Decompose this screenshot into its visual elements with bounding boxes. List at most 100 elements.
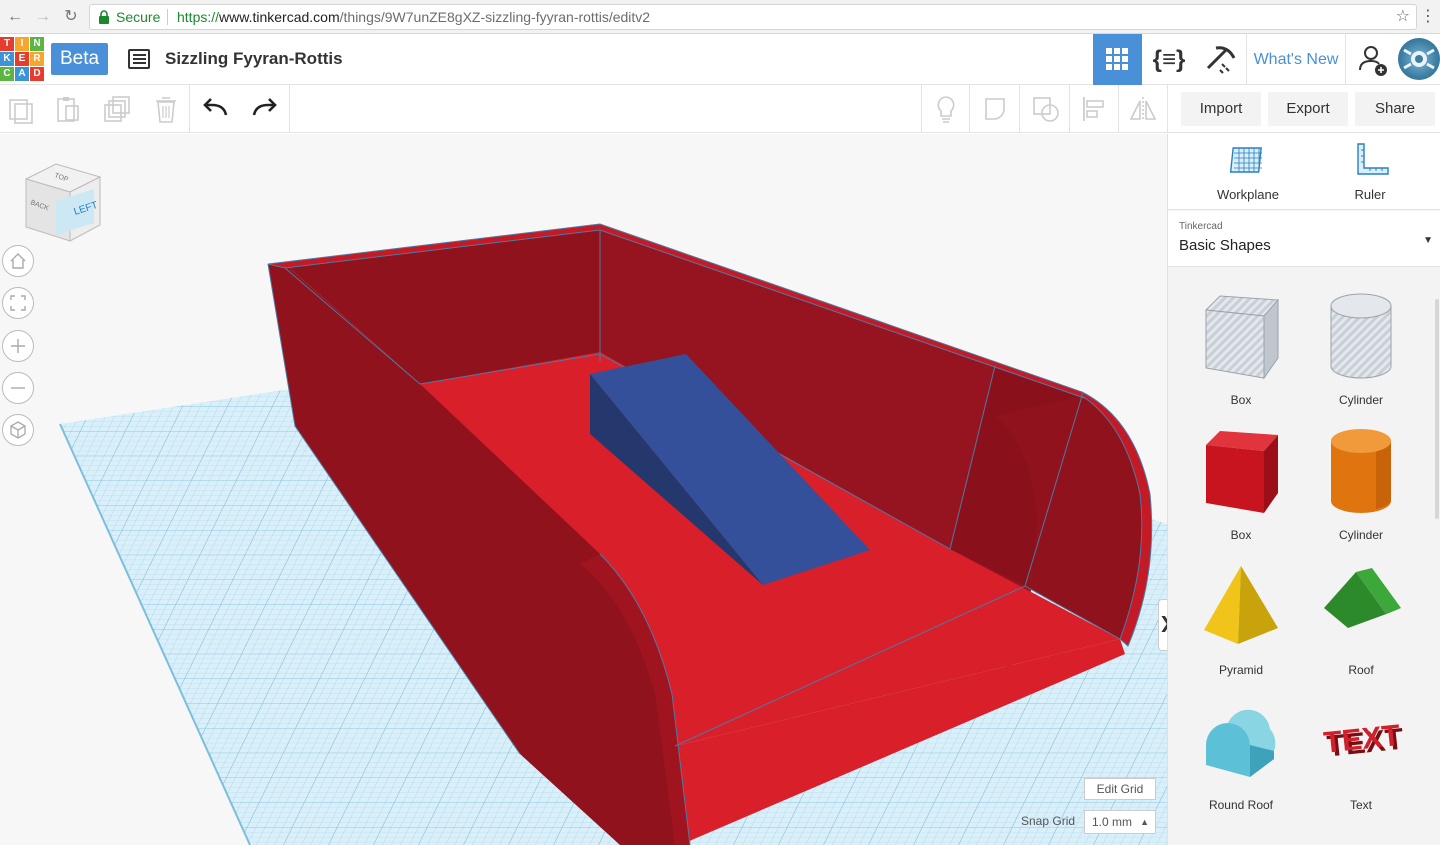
shape-library: Box Cylinder Box Cylinder Pyramid Roof R… (1168, 268, 1440, 845)
ruler-label: Ruler (1354, 187, 1386, 202)
whats-new-button[interactable]: What's New (1246, 34, 1346, 85)
secure-label: Secure (116, 9, 161, 25)
avatar-icon (1403, 48, 1435, 70)
panel-collapse-tab[interactable]: ❯ (1158, 599, 1167, 651)
undo-icon[interactable] (200, 93, 232, 125)
invite-user-button[interactable] (1347, 34, 1397, 85)
shape-round-roof[interactable]: Round Roof (1186, 693, 1296, 812)
toolbar-divider (1019, 85, 1020, 133)
design-title[interactable]: Sizzling Fyyran-Rottis (165, 49, 343, 69)
pickaxe-icon (1206, 46, 1236, 74)
shape-pyramid[interactable]: Pyramid (1186, 558, 1296, 677)
fit-view-button[interactable] (2, 287, 34, 319)
copy-icon[interactable] (5, 93, 37, 125)
shape-label: Roof (1348, 663, 1374, 677)
browser-menu-icon[interactable]: ⋮ (1420, 6, 1436, 26)
address-bar[interactable]: Secure https://www.tinkercad.com/things/… (89, 4, 1417, 30)
reload-icon[interactable]: ↻ (61, 7, 81, 27)
text-shape-icon: TEXT TEXT (1322, 719, 1405, 763)
ungroup-icon[interactable] (1030, 93, 1062, 125)
view-cube[interactable]: LEFT BACK TOP (20, 159, 104, 249)
shape-cylinder[interactable]: Cylinder (1306, 423, 1416, 542)
roof-icon (1324, 568, 1401, 628)
shape-category-select[interactable]: Tinkercad Basic Shapes ▼ (1168, 211, 1440, 267)
workplane-icon (1229, 147, 1262, 173)
url-scheme: https:// (177, 9, 220, 25)
beta-badge[interactable]: Beta (51, 43, 108, 75)
scene-canvas[interactable] (0, 134, 1167, 845)
box-hole-icon (1204, 295, 1280, 380)
shape-label: Cylinder (1338, 528, 1383, 542)
toolbar-divider (189, 85, 190, 133)
app-header: T I N K E R C A D Beta Sizzling Fyyran-R… (0, 34, 1440, 85)
snap-grid-value: 1.0 mm (1092, 815, 1133, 829)
toolbar-divider (1167, 85, 1168, 133)
forward-icon[interactable]: → (33, 7, 53, 27)
fit-all-icon (10, 295, 26, 311)
lightbulb-icon[interactable] (930, 93, 962, 125)
share-button[interactable]: Share (1355, 92, 1435, 126)
bricks-button[interactable] (1196, 34, 1245, 85)
logo-letter: C (0, 67, 14, 81)
redo-icon[interactable] (248, 93, 280, 125)
home-icon (10, 253, 26, 269)
category-source: Tinkercad (1179, 221, 1223, 232)
shape-text[interactable]: TEXT TEXT Text (1306, 693, 1416, 812)
shape-label: Pyramid (1218, 663, 1263, 677)
box-icon (1206, 431, 1278, 513)
logo-letter: R (30, 52, 44, 66)
delete-icon[interactable] (150, 93, 182, 125)
home-view-button[interactable] (2, 245, 34, 277)
tinkercad-logo[interactable]: T I N K E R C A D (0, 37, 44, 81)
dropdown-arrow-icon: ▼ (1423, 235, 1433, 246)
shapes-panel: Workplane Ruler Tinkercad Basic Shapes ▼ (1167, 134, 1440, 845)
logo-letter: E (15, 52, 29, 66)
snap-grid-label: Snap Grid (1021, 814, 1076, 828)
shape-box[interactable]: Box (1186, 423, 1296, 542)
bookmark-star-icon[interactable]: ☆ (1396, 5, 1410, 29)
url-host: www.tinkercad.com (219, 9, 340, 25)
mirror-icon[interactable] (1127, 93, 1159, 125)
import-button[interactable]: Import (1181, 92, 1261, 126)
user-avatar[interactable] (1398, 38, 1440, 80)
panel-scrollbar[interactable] (1435, 299, 1439, 519)
edit-grid-button[interactable]: Edit Grid (1084, 778, 1156, 800)
design-list-icon[interactable] (128, 49, 150, 69)
shape-label: Box (1230, 393, 1252, 407)
shape-box-hole[interactable]: Box (1186, 288, 1296, 407)
workplane-tool[interactable]: Workplane (1193, 140, 1303, 202)
browser-bar: ← → ↻ Secure https://www.tinkercad.com/t… (0, 0, 1440, 34)
shape-cylinder-hole[interactable]: Cylinder (1306, 288, 1416, 407)
back-icon[interactable]: ← (5, 7, 25, 27)
pyramid-icon (1204, 566, 1278, 644)
zoom-out-button[interactable] (2, 372, 34, 404)
shape-label: Cylinder (1338, 393, 1383, 407)
shape-roof[interactable]: Roof (1306, 558, 1416, 677)
zoom-in-button[interactable] (2, 330, 34, 362)
3d-view-button[interactable] (1093, 34, 1142, 85)
panel-tools: Workplane Ruler (1168, 134, 1440, 210)
snap-grid-select[interactable]: 1.0 mm ▲ (1084, 810, 1156, 834)
logo-letter: D (30, 67, 44, 81)
paste-icon[interactable] (52, 93, 84, 125)
edit-toolbar: Import Export Share (0, 85, 1440, 133)
shape-label: Box (1230, 528, 1252, 542)
3d-workspace[interactable]: LEFT BACK TOP Edit Grid Snap Grid 1.0 mm… (0, 134, 1167, 845)
export-button[interactable]: Export (1268, 92, 1348, 126)
align-icon[interactable] (1079, 93, 1111, 125)
toolbar-divider (969, 85, 970, 133)
plus-icon (11, 339, 25, 353)
perspective-button[interactable] (2, 414, 34, 446)
lock-icon (99, 10, 109, 24)
codeblocks-button[interactable]: {≡} (1143, 34, 1195, 85)
workplane-label: Workplane (1217, 187, 1279, 202)
duplicate-icon[interactable] (101, 93, 133, 125)
logo-letter: A (15, 67, 29, 81)
group-icon[interactable] (980, 93, 1012, 125)
logo-letter: I (15, 37, 29, 51)
ruler-tool[interactable]: Ruler (1315, 140, 1425, 202)
url-path: /things/9W7unZE8gXZ-sizzling-fyyran-rott… (339, 9, 651, 25)
url-text[interactable]: https://www.tinkercad.com/things/9W7unZE… (177, 5, 650, 29)
shape-label: Text (1349, 798, 1372, 812)
ruler-icon (1357, 143, 1389, 175)
